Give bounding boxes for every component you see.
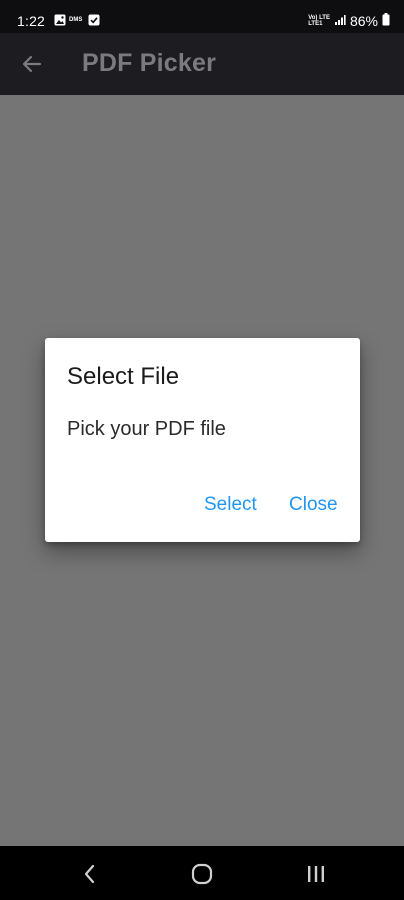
battery-percent: 86% (349, 13, 378, 29)
close-button[interactable]: Close (289, 494, 338, 516)
recent-apps-icon[interactable] (302, 860, 330, 888)
network-label-bottom: LTE1 (308, 21, 323, 27)
back-icon[interactable] (76, 860, 104, 888)
dialog-title: Select File (67, 363, 180, 390)
app-bar: PDF Picker (0, 33, 404, 95)
check-box-icon (88, 14, 100, 26)
status-right-group: Vo) LTE LTE1 86% (308, 13, 390, 29)
status-time: 1:22 (17, 13, 46, 29)
signal-icon (334, 13, 346, 29)
network-label: Vo) LTE LTE1 (308, 15, 330, 27)
navigation-bar (0, 846, 404, 900)
select-button[interactable]: Select (204, 494, 257, 516)
gallery-icon (54, 14, 66, 26)
select-file-dialog: Select File Pick your PDF file Select Cl… (45, 338, 360, 542)
home-icon[interactable] (188, 860, 216, 888)
battery-icon (382, 13, 390, 29)
dialog-message: Pick your PDF file (67, 418, 226, 440)
page-title: PDF Picker (82, 49, 217, 77)
arrow-left-icon[interactable] (20, 52, 44, 76)
dms-icon: DMS (69, 17, 83, 23)
